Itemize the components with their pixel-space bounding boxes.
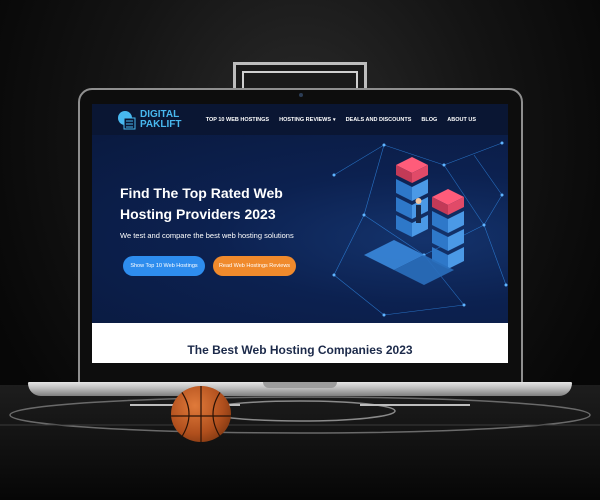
site-logo[interactable]: DIGITAL PAKLIFT [117, 109, 181, 130]
webcam-icon [299, 93, 303, 97]
logo-line-2: PAKLIFT [140, 118, 182, 130]
nav-about-us[interactable]: ABOUT US [447, 117, 476, 123]
nav-hosting-reviews[interactable]: HOSTING REVIEWS ▾ [279, 117, 335, 123]
nav-hosting-reviews-label: HOSTING REVIEWS [279, 116, 332, 123]
nav-top-10-web-hostings[interactable]: TOP 10 WEB HOSTINGS [206, 117, 269, 123]
hero-subtitle: We test and compare the best web hosting… [120, 231, 294, 240]
server-stack-network-icon [332, 141, 508, 317]
arena-floor [0, 385, 600, 500]
show-top-10-button[interactable]: Show Top 10 Web Hostings [123, 256, 205, 276]
chevron-down-icon: ▾ [333, 116, 336, 123]
hero-section: Find The Top Rated Web Hosting Providers… [92, 135, 508, 323]
laptop-notch [263, 382, 337, 388]
main-nav: TOP 10 WEB HOSTINGS HOSTING REVIEWS ▾ DEA… [206, 104, 476, 135]
read-reviews-button[interactable]: Read Web Hostings Reviews [213, 256, 296, 276]
logo-text: DIGITAL PAKLIFT [140, 108, 182, 130]
nav-deals-and-discounts[interactable]: DEALS AND DISCOUNTS [346, 117, 412, 123]
basketball-icon [171, 386, 231, 442]
logo-line-1: DIGITAL [140, 108, 180, 120]
content-section: The Best Web Hosting Companies 2023 [92, 323, 508, 363]
browser-screen: DIGITAL PAKLIFT TOP 10 WEB HOSTINGS HOST… [92, 104, 508, 363]
logo-mark-icon [117, 109, 137, 130]
hero-title: Find The Top Rated Web Hosting Providers… [120, 185, 283, 222]
nav-blog[interactable]: BLOG [421, 117, 437, 123]
section-title: The Best Web Hosting Companies 2023 [187, 343, 413, 357]
site-header: DIGITAL PAKLIFT TOP 10 WEB HOSTINGS HOST… [92, 104, 508, 135]
